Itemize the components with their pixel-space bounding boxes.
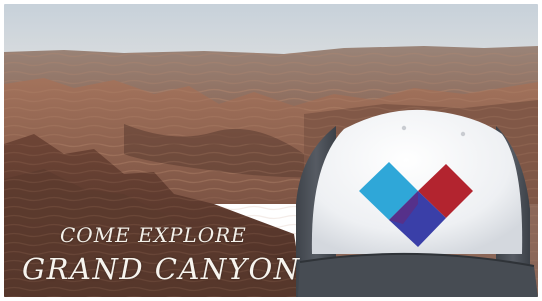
photo-scene	[4, 4, 538, 297]
photo-frame: COME EXPLORE GRAND CANYON	[4, 4, 538, 297]
trucker-cap	[296, 109, 538, 297]
